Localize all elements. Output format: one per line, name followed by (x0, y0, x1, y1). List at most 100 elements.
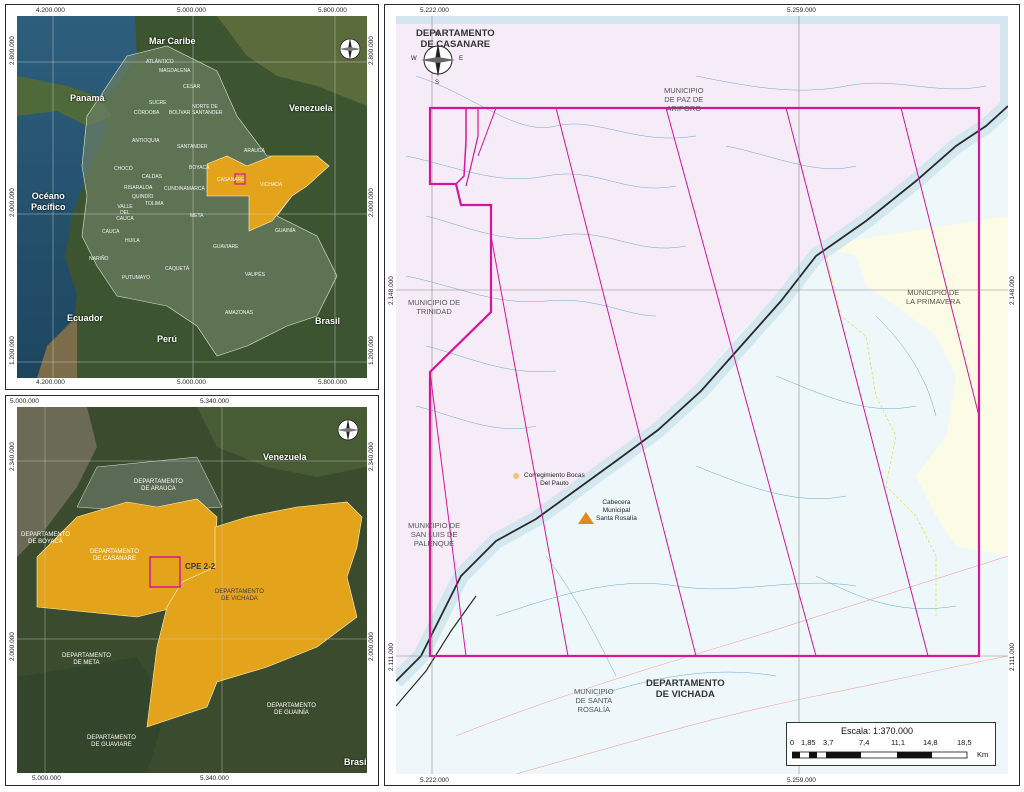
north-arrow-w: W (411, 56, 417, 62)
main-y-tick-right-1: 2.148.000 (1009, 276, 1016, 305)
dept-sucre: SUCRE (149, 100, 167, 106)
main-map-panel: 5.222.000 5.259.000 2.148.000 2.111.000 … (384, 4, 1020, 786)
regional-label-arauca: DEPARTAMENTO DE ARAUCA (134, 479, 183, 492)
dept-putumayo: PUTUMAYO (122, 275, 150, 281)
label-panama: Panamá (70, 93, 105, 103)
overview-y-tick-1: 2.800.000 (9, 36, 16, 65)
dept-magdalena: MAGDALENA (159, 68, 191, 74)
dept-atlantico: ATLÁNTICO (146, 59, 174, 65)
main-x-tick-2: 5.259.000 (787, 7, 816, 14)
dept-guaviare: GUAVIARE (213, 244, 239, 250)
regional-x-tick-bottom-1: 5.000.000 (32, 775, 61, 782)
dept-antioquia: ANTIOQUIA (132, 138, 160, 144)
dept-cauca: CAUCA (102, 229, 120, 235)
overview-map-canvas[interactable]: Mar Caribe Panamá Venezuela Océano Pacíf… (17, 16, 367, 378)
label-ecuador: Ecuador (67, 313, 104, 323)
overview-x-tick-3: 5.800.000 (318, 7, 347, 14)
regional-y-tick-2: 2.000.000 (9, 632, 16, 661)
dept-valle: VALLE DEL CAUCA (116, 204, 134, 222)
overview-y-tick-right-2: 2.000.000 (368, 188, 375, 217)
north-arrow-s: S (435, 80, 440, 86)
regional-y-tick-right-2: 2.000.000 (368, 632, 375, 661)
overview-x-tick-bottom-3: 5.800.000 (318, 379, 347, 386)
main-label-paz-de-ariporo: MUNICIPIO DE PAZ DE ARIPORO (664, 86, 704, 113)
main-y-tick-2: 2.111.000 (388, 643, 395, 671)
main-map-canvas[interactable]: N S E W DEPARTAMENTO DE CASANARE MUNICIP… (396, 16, 1008, 774)
main-label-san-luis: MUNICIPIO DE SAN LUIS DE PALENQUE (408, 521, 461, 548)
dept-guainia: GUAINÍA (275, 228, 296, 234)
overview-north-arrow (337, 36, 363, 62)
dept-tolima: TOLIMA (145, 201, 164, 207)
dept-caldas: CALDAS (142, 174, 163, 180)
dept-vichada: VICHADA (260, 182, 283, 188)
dept-huila: HUILA (125, 238, 140, 244)
overview-map-panel: 4.200.000 5.000.000 5.800.000 2.800.000 … (5, 4, 379, 390)
label-pacific: Océano Pacífico (31, 191, 66, 212)
label-peru: Perú (157, 334, 178, 344)
main-x-tick-1: 5.222.000 (420, 7, 449, 14)
regional-label-boyaca: DEPARTAMENTO DE BOYACÁ (21, 532, 70, 545)
overview-y-tick-2: 2.000.000 (9, 188, 16, 217)
dept-narino: NARIÑO (89, 256, 109, 262)
place-cabecera-santa-rosalia: Cabecera Municipal Santa Rosalía (596, 499, 637, 522)
scale-tick-1: 1,85 (801, 738, 816, 747)
dept-caqueta: CAQUETÁ (165, 266, 190, 272)
dept-cundinamarca: CUNDINAMARCA (164, 186, 205, 192)
north-arrow-e: E (459, 56, 464, 62)
dept-choco: CHOCÓ (114, 166, 133, 172)
scale-tick-0: 0 (790, 738, 795, 747)
dept-norte-santander: NORTE DE SANTANDER (192, 104, 223, 116)
main-basemap (396, 16, 1008, 774)
scale-tick-6: 18,5 (957, 738, 972, 747)
dept-bolivar: BOLÍVAR (169, 110, 191, 116)
regional-terrain (17, 407, 367, 773)
dept-quindio: QUINDÍO (132, 194, 154, 200)
overview-x-tick-bottom-2: 5.000.000 (177, 379, 206, 386)
regional-map-panel: 5.000.000 5.340.000 2.340.000 2.000.000 … (5, 395, 379, 786)
dept-cesar: CESAR (183, 84, 201, 90)
regional-y-tick-right-1: 2.340.000 (368, 442, 375, 471)
label-mar-caribe: Mar Caribe (149, 36, 196, 46)
dept-cordoba: CÓRDOBA (134, 110, 160, 116)
scale-tick-5: 14,8 (923, 738, 938, 747)
overview-x-tick-1: 4.200.000 (36, 7, 65, 14)
regional-label-block: CPE 2-2 (185, 562, 216, 571)
dept-meta: META (190, 213, 204, 219)
scale-bar: Escala: 1:370.000 0 1,85 3,7 7,4 11,1 14… (786, 722, 996, 766)
scale-unit: Km (977, 750, 989, 759)
regional-x-tick-bottom-2: 5.340.000 (200, 775, 229, 782)
label-brasil: Brasil (315, 316, 341, 326)
overview-y-tick-3: 1.200.000 (9, 336, 16, 365)
regional-label-brasil: Brasil (344, 757, 367, 767)
scale-tick-3: 7,4 (859, 738, 870, 747)
dept-santander: SANTANDER (177, 144, 208, 150)
regional-y-tick-1: 2.340.000 (9, 442, 16, 471)
scale-title: Escala: 1:370.000 (841, 726, 914, 736)
dept-casanare: CASANARE (217, 177, 245, 183)
regional-x-tick-2: 5.340.000 (200, 398, 229, 405)
dept-amazonas: AMAZONAS (225, 310, 254, 316)
scale-tick-4: 11,1 (891, 738, 906, 747)
dept-vaupes: VAUPÉS (245, 272, 265, 278)
regional-label-guaviare: DEPARTAMENTO DE GUAVIARE (87, 735, 136, 748)
main-x-tick-bottom-1: 5.222.000 (420, 777, 449, 784)
main-label-santa-rosalia: MUNICIPIO DE SANTA ROSALÍA (574, 687, 614, 714)
overview-x-tick-2: 5.000.000 (177, 7, 206, 14)
main-label-la-primavera: MUNICIPIO DE LA PRIMAVERA (906, 288, 961, 306)
main-y-tick-1: 2.148.000 (388, 276, 395, 305)
overview-y-tick-right-1: 2.800.000 (368, 36, 375, 65)
main-x-tick-bottom-2: 5.259.000 (787, 777, 816, 784)
regional-map-canvas[interactable]: Venezuela Brasil DEPARTAMENTO DE ARAUCA … (17, 407, 367, 773)
dept-arauca: ARAUCA (244, 148, 265, 154)
regional-label-vichada: DEPARTAMENTO DE VICHADA (215, 589, 264, 602)
main-label-trinidad: MUNICIPIO DE TRINIDAD (408, 298, 461, 316)
main-label-vichada: DEPARTAMENTO DE VICHADA (646, 678, 725, 700)
place-bocas-del-pauto: Corregimiento Bocas Del Pauto (524, 472, 585, 487)
dept-boyaca: BOYACÁ (189, 165, 210, 171)
label-venezuela: Venezuela (289, 103, 333, 113)
scale-graphic (792, 751, 968, 759)
main-label-casanare: DEPARTAMENTO DE CASANARE (416, 28, 495, 50)
dept-risaralda: RISARALDA (124, 185, 153, 191)
scale-tick-2: 3,7 (823, 738, 834, 747)
main-y-tick-right-2: 2.111.000 (1009, 643, 1016, 671)
